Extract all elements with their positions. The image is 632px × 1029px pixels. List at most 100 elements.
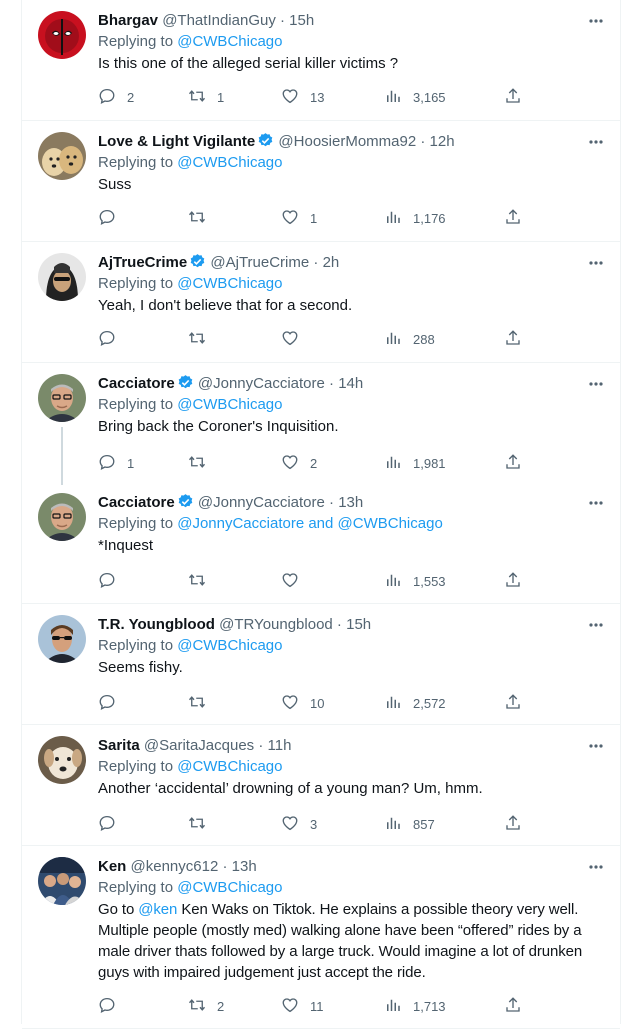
timestamp[interactable]: 11h xyxy=(268,737,292,754)
author-name[interactable]: T.R. Youngblood xyxy=(98,616,215,633)
author-name[interactable]: Bhargav xyxy=(98,12,158,29)
author-handle[interactable]: @JonnyCacciatore xyxy=(198,494,325,511)
like-button[interactable]: 1 xyxy=(281,206,317,230)
reply-button[interactable] xyxy=(98,569,127,593)
like-button[interactable]: 10 xyxy=(281,691,324,715)
replying-to: Replying to @CWBChicago xyxy=(98,153,608,173)
share-button[interactable] xyxy=(504,691,522,715)
more-icon[interactable] xyxy=(586,493,606,513)
replying-to-link[interactable]: @CWBChicago xyxy=(177,637,282,654)
author-name[interactable]: Ken xyxy=(98,858,126,875)
like-button[interactable]: 11 xyxy=(281,994,324,1018)
views-button[interactable]: 857 xyxy=(384,812,435,836)
author-name[interactable]: AjTrueCrime xyxy=(98,254,187,271)
more-icon[interactable] xyxy=(586,374,606,394)
retweet-button[interactable] xyxy=(188,451,217,475)
author-handle[interactable]: @AjTrueCrime xyxy=(210,254,309,271)
author-handle[interactable]: @kennyc612 xyxy=(131,858,219,875)
share-button[interactable] xyxy=(504,206,522,230)
like-button[interactable] xyxy=(281,327,310,351)
more-icon[interactable] xyxy=(586,11,606,31)
author-handle[interactable]: @JonnyCacciatore xyxy=(198,375,325,392)
share-button[interactable] xyxy=(504,327,522,351)
man-glasses-avatar-icon[interactable] xyxy=(38,493,86,541)
man-glasses-avatar-icon[interactable] xyxy=(38,374,86,422)
man-sunglasses-avatar-icon[interactable] xyxy=(38,615,86,663)
views-button[interactable]: 3,165 xyxy=(384,85,446,109)
retweet-button[interactable] xyxy=(188,327,217,351)
views-button[interactable]: 1,981 xyxy=(384,451,446,475)
share-button[interactable] xyxy=(504,451,522,475)
retweet-button[interactable]: 2 xyxy=(188,994,224,1018)
more-icon[interactable] xyxy=(586,253,606,273)
author-handle[interactable]: @HoosierMomma92 xyxy=(278,133,416,150)
tweet[interactable]: Ken @kennyc612 · 13h Replying to @CWBChi… xyxy=(22,846,620,1029)
author-name[interactable]: Sarita xyxy=(98,737,140,754)
group-photo-avatar-icon[interactable] xyxy=(38,857,86,905)
replying-to: Replying to @CWBChicago xyxy=(98,757,608,777)
author-handle[interactable]: @SaritaJacques xyxy=(144,737,254,754)
dot-separator: · xyxy=(416,133,430,150)
timestamp[interactable]: 14h xyxy=(338,375,363,392)
views-button[interactable]: 1,176 xyxy=(384,206,446,230)
more-icon[interactable] xyxy=(586,857,606,877)
timestamp[interactable]: 15h xyxy=(346,616,371,633)
tweet[interactable]: Love & Light Vigilante @HoosierMomma92 ·… xyxy=(22,121,620,242)
replying-to-link[interactable]: @CWBChicago xyxy=(177,33,282,50)
author-name[interactable]: Love & Light Vigilante xyxy=(98,133,255,150)
views-button[interactable]: 1,553 xyxy=(384,569,446,593)
reply-button[interactable] xyxy=(98,327,127,351)
reply-button[interactable]: 1 xyxy=(98,451,134,475)
timestamp[interactable]: 2h xyxy=(323,254,340,271)
views-button[interactable]: 2,572 xyxy=(384,691,446,715)
replying-to-link[interactable]: @CWBChicago xyxy=(177,879,282,896)
reply-button[interactable] xyxy=(98,691,127,715)
more-icon[interactable] xyxy=(586,736,606,756)
heart-icon xyxy=(281,329,299,350)
timestamp[interactable]: 13h xyxy=(338,494,363,511)
replying-to-link[interactable]: @CWBChicago xyxy=(177,396,282,413)
views-icon xyxy=(384,453,402,474)
replying-to-link[interactable]: @JonnyCacciatore and @CWBChicago xyxy=(177,515,443,532)
hooded-person-avatar-icon[interactable] xyxy=(38,253,86,301)
dog-avatar-icon[interactable] xyxy=(38,736,86,784)
deadpool-avatar-icon[interactable] xyxy=(38,11,86,59)
reply-button[interactable] xyxy=(98,206,127,230)
views-button[interactable]: 1,713 xyxy=(384,994,446,1018)
tweet[interactable]: Bhargav @ThatIndianGuy · 15h Replying to… xyxy=(22,0,620,121)
like-button[interactable]: 3 xyxy=(281,812,317,836)
dogs-avatar-icon[interactable] xyxy=(38,132,86,180)
author-name[interactable]: Cacciatore xyxy=(98,375,175,392)
reply-button[interactable]: 2 xyxy=(98,85,134,109)
retweet-button[interactable] xyxy=(188,691,217,715)
more-icon[interactable] xyxy=(586,615,606,635)
like-button[interactable]: 13 xyxy=(281,85,324,109)
reply-button[interactable] xyxy=(98,994,127,1018)
timestamp[interactable]: 13h xyxy=(232,858,257,875)
share-button[interactable] xyxy=(504,994,522,1018)
more-icon[interactable] xyxy=(586,132,606,152)
tweet[interactable]: Sarita @SaritaJacques · 11h Replying to … xyxy=(22,725,620,846)
timestamp[interactable]: 15h xyxy=(289,12,314,29)
like-button[interactable]: 2 xyxy=(281,451,317,475)
retweet-button[interactable] xyxy=(188,569,217,593)
author-name[interactable]: Cacciatore xyxy=(98,494,175,511)
retweet-button[interactable] xyxy=(188,812,217,836)
share-button[interactable] xyxy=(504,85,522,109)
mention-link[interactable]: @ken xyxy=(138,901,177,918)
author-handle[interactable]: @ThatIndianGuy xyxy=(162,12,276,29)
replying-to-link[interactable]: @CWBChicago xyxy=(177,758,282,775)
timestamp[interactable]: 12h xyxy=(430,133,455,150)
tweet[interactable]: AjTrueCrime @AjTrueCrime · 2h Replying t… xyxy=(22,242,620,363)
replying-to-link[interactable]: @CWBChicago xyxy=(177,275,282,292)
author-handle[interactable]: @TRYoungblood xyxy=(219,616,333,633)
share-button[interactable] xyxy=(504,569,522,593)
views-button[interactable]: 288 xyxy=(384,327,435,351)
reply-button[interactable] xyxy=(98,812,127,836)
retweet-button[interactable]: 1 xyxy=(188,85,224,109)
like-button[interactable] xyxy=(281,569,310,593)
tweet[interactable]: T.R. Youngblood @TRYoungblood · 15h Repl… xyxy=(22,604,620,725)
replying-to-link[interactable]: @CWBChicago xyxy=(177,154,282,171)
retweet-button[interactable] xyxy=(188,206,217,230)
share-button[interactable] xyxy=(504,812,522,836)
